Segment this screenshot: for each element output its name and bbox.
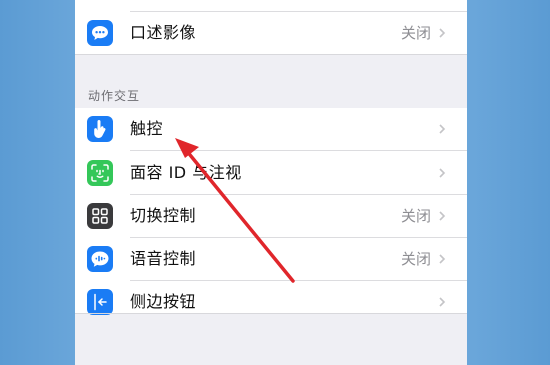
speech-bubble-icon [87, 20, 113, 46]
row-label: 侧边按钮 [130, 292, 197, 311]
row-side-button[interactable]: 侧边按钮 [75, 281, 467, 323]
chevron-right-icon [439, 297, 446, 307]
row-switch-control[interactable]: 切换控制 关闭 [75, 195, 467, 237]
row-voice-control[interactable]: 语音控制 关闭 [75, 238, 467, 280]
side-button-icon [87, 289, 113, 315]
row-touch[interactable]: 触控 [75, 108, 467, 150]
chevron-right-icon [439, 211, 446, 221]
chevron-right-icon [439, 28, 446, 38]
row-label: 语音控制 [130, 249, 197, 268]
row-label: 口述影像 [130, 23, 197, 42]
voice-control-icon [87, 246, 113, 272]
row-separator [130, 150, 467, 151]
face-id-icon [87, 160, 113, 186]
settings-group-interaction: 触控 面容 ID 与注视 切换控制 关闭 语音控制 关闭 侧边按钮 [75, 108, 467, 315]
row-label: 触控 [130, 119, 164, 138]
grid-icon [87, 203, 113, 229]
settings-group-vision: 口述影像 关闭 [75, 0, 467, 54]
row-audio-description[interactable]: 口述影像 关闭 [75, 12, 467, 54]
hand-pointer-icon [87, 116, 113, 142]
chevron-right-icon [439, 168, 446, 178]
section-header: 动作交互 [88, 89, 141, 103]
row-value: 关闭 [400, 207, 431, 225]
group-divider [75, 313, 467, 314]
settings-screen: 口述影像 关闭 动作交互 触控 面容 ID 与注视 切换控制 关闭 语音控制 关… [75, 0, 467, 365]
row-value: 关闭 [400, 250, 431, 268]
chevron-right-icon [439, 124, 446, 134]
group-divider [75, 54, 467, 55]
row-face-id-attention[interactable]: 面容 ID 与注视 [75, 152, 467, 194]
row-label: 切换控制 [130, 206, 197, 225]
chevron-right-icon [439, 254, 446, 264]
row-label: 面容 ID 与注视 [130, 163, 242, 182]
row-value: 关闭 [400, 24, 431, 42]
